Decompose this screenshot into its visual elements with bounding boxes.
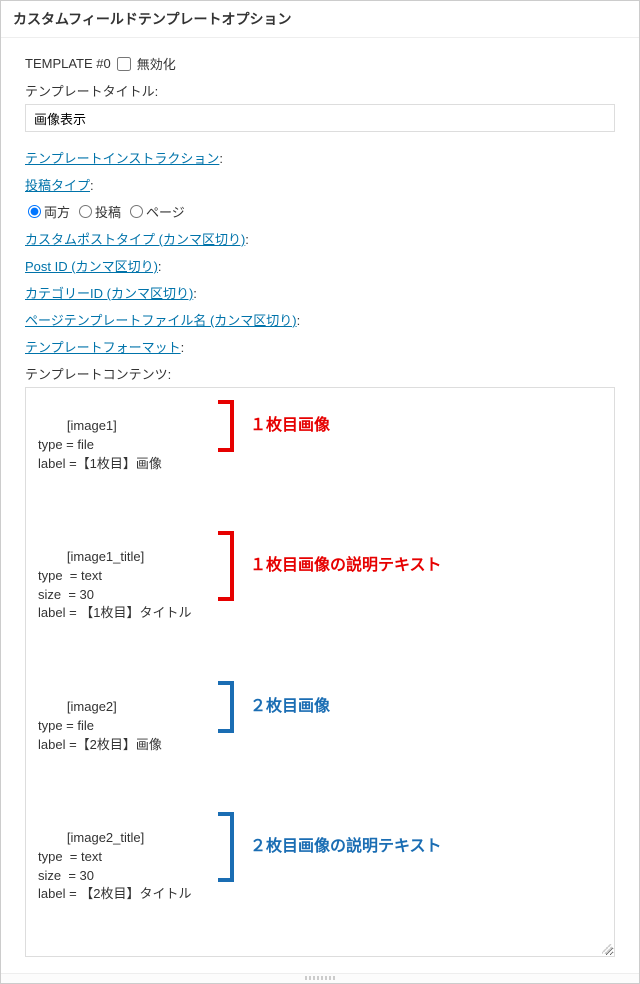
bracket-icon — [218, 531, 234, 601]
annotation-label: １枚目画像 — [250, 414, 330, 437]
panel-title: カスタムフィールドテンプレートオプション — [1, 1, 639, 38]
radio-both[interactable] — [28, 205, 41, 218]
colon: : — [297, 313, 301, 328]
template-header-row: TEMPLATE #0 無効化 — [25, 54, 615, 73]
post-type-radios: 両方 投稿 ページ — [28, 202, 615, 221]
custom-post-type-link[interactable]: カスタムポストタイプ (カンマ区切り) — [25, 232, 245, 247]
annotation-image1-text: １枚目画像の説明テキスト — [218, 531, 442, 601]
radio-page[interactable] — [130, 205, 143, 218]
instruction-link[interactable]: テンプレートインストラクション — [25, 151, 219, 166]
code-text: [image1_title] type = text size = 30 lab… — [38, 549, 192, 621]
options-panel: カスタムフィールドテンプレートオプション TEMPLATE #0 無効化 テンプ… — [0, 0, 640, 984]
panel-body: TEMPLATE #0 無効化 テンプレートタイトル: テンプレートインストラク… — [1, 38, 639, 973]
bracket-icon — [218, 681, 234, 733]
content-label: テンプレートコンテンツ: — [25, 364, 615, 383]
template-content-box[interactable]: [image1] type = file label =【1枚目】画像 １枚目画… — [25, 387, 615, 957]
post-type-link[interactable]: 投稿タイプ — [25, 178, 90, 193]
colon: : — [245, 232, 249, 247]
category-id-link[interactable]: カテゴリーID (カンマ区切り) — [25, 286, 193, 301]
post-id-link[interactable]: Post ID (カンマ区切り) — [25, 259, 158, 274]
colon: : — [158, 259, 162, 274]
colon: : — [181, 340, 185, 355]
code-text: [image2] type = file label =【2枚目】画像 — [38, 699, 162, 752]
annotation-image2-text: ２枚目画像の説明テキスト — [218, 812, 442, 882]
disable-checkbox[interactable] — [117, 57, 131, 71]
page-template-link[interactable]: ページテンプレートファイル名 (カンマ区切り) — [25, 313, 297, 328]
annotation-label: ２枚目画像の説明テキスト — [250, 835, 442, 858]
bracket-icon — [218, 400, 234, 452]
template-number-label: TEMPLATE #0 — [25, 56, 111, 71]
colon: : — [193, 286, 197, 301]
radio-both-label: 両方 — [44, 202, 70, 221]
template-format-link[interactable]: テンプレートフォーマット — [25, 340, 181, 355]
panel-resize-grip[interactable] — [1, 973, 639, 983]
annotation-image1: １枚目画像 — [218, 400, 330, 452]
title-input[interactable] — [25, 104, 615, 132]
colon: : — [90, 178, 94, 193]
code-block-image1: [image1] type = file label =【1枚目】画像 １枚目画… — [38, 398, 602, 511]
annotation-image2: ２枚目画像 — [218, 681, 330, 733]
title-label: テンプレートタイトル: — [25, 81, 615, 100]
annotation-label: ２枚目画像 — [250, 695, 330, 718]
radio-post-label: 投稿 — [95, 202, 121, 221]
annotation-label: １枚目画像の説明テキスト — [250, 554, 442, 577]
code-text: [image1] type = file label =【1枚目】画像 — [38, 418, 162, 471]
radio-post[interactable] — [79, 205, 92, 218]
code-block-image1-title: [image1_title] type = text size = 30 lab… — [38, 529, 602, 661]
code-text: [image2_title] type = text size = 30 lab… — [38, 830, 192, 902]
bracket-icon — [218, 812, 234, 882]
radio-page-label: ページ — [146, 202, 185, 221]
code-block-image2: [image2] type = file label =【2枚目】画像 ２枚目画… — [38, 679, 602, 792]
colon: : — [219, 151, 223, 166]
disable-label: 無効化 — [137, 54, 176, 73]
code-block-image2-title: [image2_title] type = text size = 30 lab… — [38, 810, 602, 942]
